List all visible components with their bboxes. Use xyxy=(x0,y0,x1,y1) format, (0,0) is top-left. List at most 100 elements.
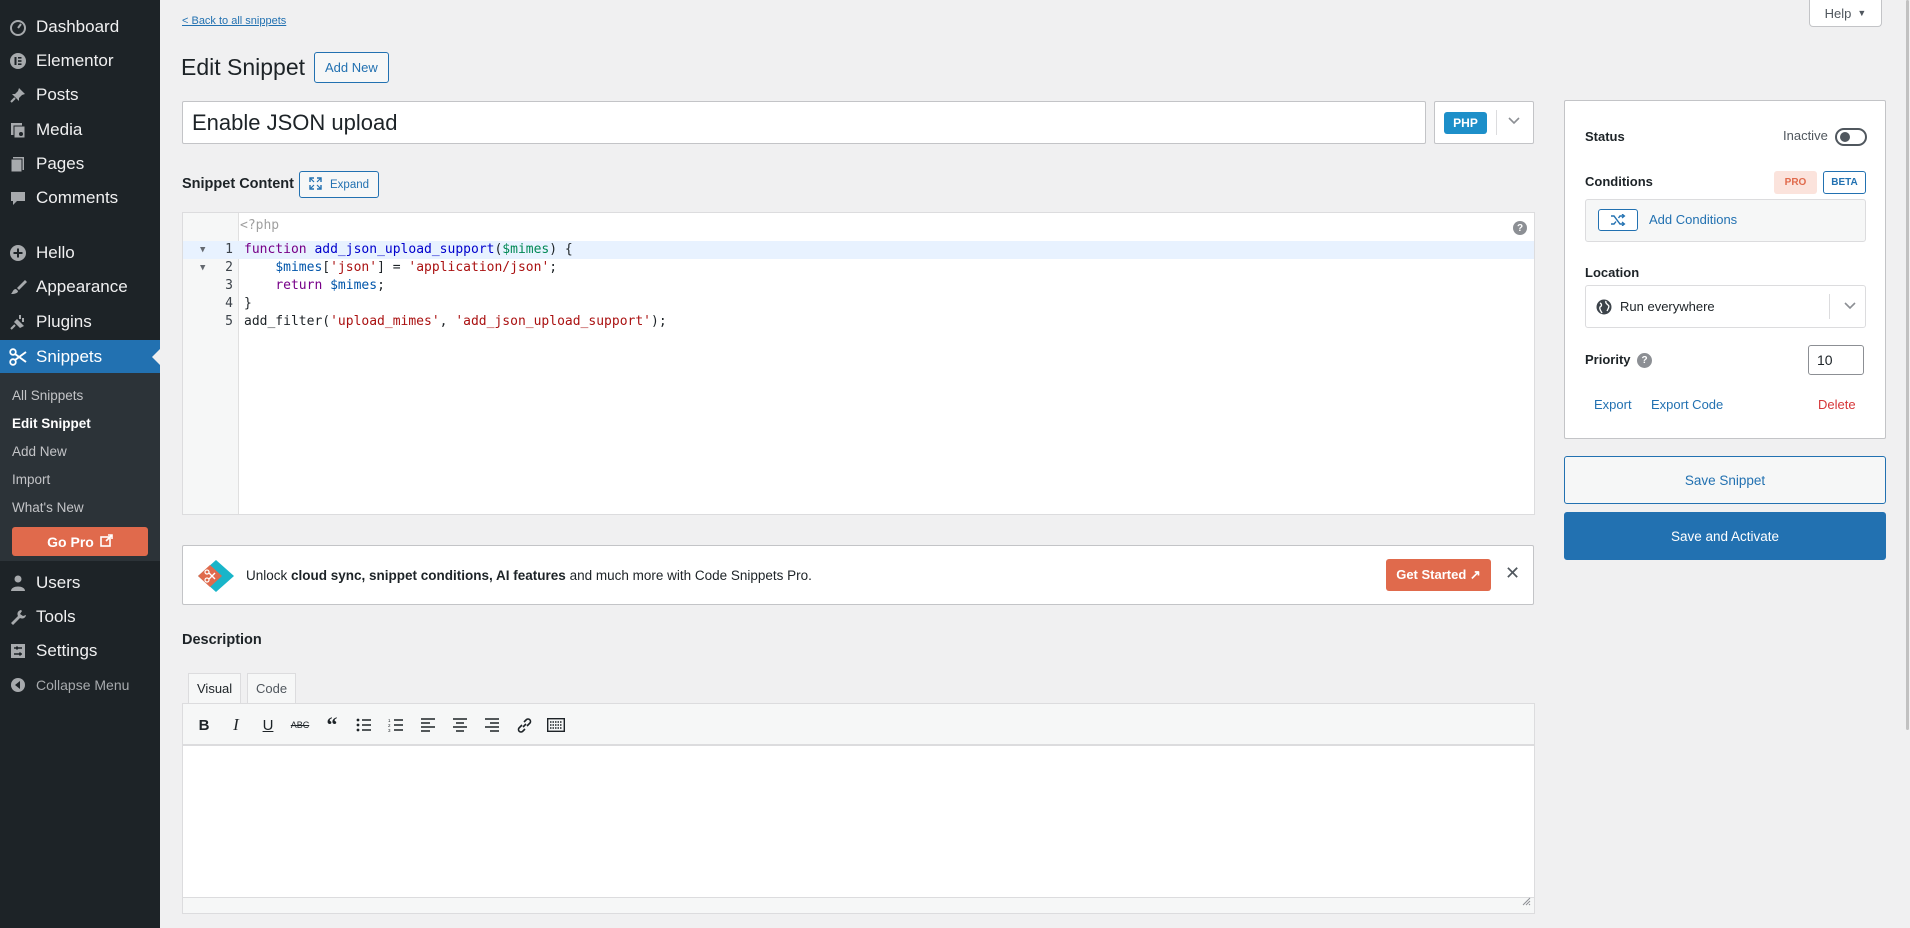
shuffle-icon xyxy=(1598,209,1638,231)
save-and-activate-button[interactable]: Save and Activate xyxy=(1564,512,1886,560)
menu-item-plugins[interactable]: Plugins xyxy=(0,305,160,339)
menu-item-appearance[interactable]: Appearance xyxy=(0,270,160,304)
code-line[interactable]: ▼ 1 function add_json_upload_support($mi… xyxy=(183,241,1534,259)
resize-handle-icon[interactable] xyxy=(1522,893,1531,911)
numbered-list-icon[interactable]: 123 xyxy=(386,715,406,735)
snippet-content-label: Snippet Content xyxy=(182,176,294,192)
fold-arrow-icon[interactable]: ▼ xyxy=(200,241,205,259)
code-snippets-logo xyxy=(196,558,236,599)
chevron-down-icon[interactable] xyxy=(1507,113,1521,130)
collapse-menu-button[interactable]: Collapse Menu xyxy=(0,668,160,702)
menu-item-hello[interactable]: Hello xyxy=(0,236,160,270)
align-left-icon[interactable] xyxy=(418,715,438,735)
help-tab-button[interactable]: Help ▼ xyxy=(1809,0,1882,27)
description-textarea[interactable] xyxy=(182,745,1535,914)
add-new-button[interactable]: Add New xyxy=(314,52,389,83)
language-select[interactable]: PHP xyxy=(1434,101,1534,144)
menu-item-settings[interactable]: Settings xyxy=(0,634,160,668)
pro-upsell-banner: Unlock cloud sync, snippet conditions, A… xyxy=(182,545,1534,605)
promo-text: Unlock cloud sync, snippet conditions, A… xyxy=(246,568,812,583)
submenu-add-new[interactable]: Add New xyxy=(12,444,67,459)
link-icon[interactable] xyxy=(514,715,534,735)
page-icon xyxy=(8,154,28,174)
code-line[interactable]: 3 return $mimes; xyxy=(183,277,1534,295)
code-editor[interactable]: <?php ? ▼ 1 function add_json_upload_sup… xyxy=(182,212,1535,515)
code-line[interactable]: ▼ 2 $mimes['json'] = 'application/json'; xyxy=(183,259,1534,277)
keyboard-icon[interactable] xyxy=(546,715,566,735)
editor-status-bar xyxy=(183,897,1534,913)
code-text: add_filter('upload_mimes', 'add_json_upl… xyxy=(244,314,667,329)
plug-icon xyxy=(8,312,28,332)
scissors-icon xyxy=(8,347,28,367)
tab-code[interactable]: Code xyxy=(247,673,297,703)
code-text: function add_json_upload_support($mimes)… xyxy=(244,242,573,257)
menu-item-pages[interactable]: Pages xyxy=(0,147,160,181)
divider xyxy=(1829,294,1830,319)
active-toggle[interactable] xyxy=(1835,128,1867,146)
menu-item-label: Dashboard xyxy=(36,17,120,36)
scrollbar-thumb[interactable] xyxy=(1906,0,1909,730)
code-line[interactable]: 4 } xyxy=(183,295,1534,313)
pro-badge: PRO xyxy=(1774,171,1817,194)
comment-icon xyxy=(8,188,28,208)
add-conditions-button[interactable]: Add Conditions xyxy=(1585,199,1866,242)
location-select[interactable]: Run everywhere xyxy=(1585,285,1866,328)
menu-item-elementor[interactable]: Elementor xyxy=(0,44,160,78)
blockquote-icon[interactable]: “ xyxy=(322,712,342,737)
menu-item-users[interactable]: Users xyxy=(0,566,160,600)
snippet-title-input[interactable]: Enable JSON upload xyxy=(182,101,1426,144)
go-pro-button[interactable]: Go Pro xyxy=(12,527,148,556)
location-value: Run everywhere xyxy=(1620,299,1715,314)
beta-badge: BETA xyxy=(1823,171,1866,194)
export-code-link[interactable]: Export Code xyxy=(1651,397,1723,412)
svg-text:3: 3 xyxy=(388,728,391,732)
menu-item-comments[interactable]: Comments xyxy=(0,181,160,215)
menu-item-label: Comments xyxy=(36,188,119,207)
divider xyxy=(1496,110,1497,135)
align-right-icon[interactable] xyxy=(482,715,502,735)
menu-item-tools[interactable]: Tools xyxy=(0,600,160,634)
snippet-settings-box: Status Inactive Conditions PRO BETA Add … xyxy=(1564,100,1886,439)
menu-item-label: Media xyxy=(36,120,83,139)
export-link[interactable]: Export xyxy=(1594,397,1632,412)
italic-icon[interactable]: I xyxy=(226,715,246,735)
menu-item-snippets[interactable]: Snippets xyxy=(0,340,160,374)
submenu-edit-snippet[interactable]: Edit Snippet xyxy=(12,416,91,431)
dashboard-icon xyxy=(8,17,28,37)
menu-item-label: Hello xyxy=(36,243,75,262)
menu-item-media[interactable]: Media xyxy=(0,113,160,147)
collapse-icon xyxy=(8,675,28,695)
close-icon[interactable]: ✕ xyxy=(1505,563,1520,584)
help-icon[interactable]: ? xyxy=(1637,353,1652,368)
promo-text-bold: cloud sync, snippet conditions, AI featu… xyxy=(291,568,566,583)
promo-text-suffix: and much more with Code Snippets Pro. xyxy=(565,568,812,583)
submenu-import[interactable]: Import xyxy=(12,472,50,487)
get-started-button[interactable]: Get Started ↗ xyxy=(1386,559,1491,591)
code-text: return $mimes; xyxy=(275,278,385,293)
line-number: 3 xyxy=(225,278,233,293)
align-center-icon[interactable] xyxy=(450,715,470,735)
delete-link[interactable]: Delete xyxy=(1818,397,1856,412)
priority-label: Priority xyxy=(1585,352,1631,367)
code-line[interactable]: 5 add_filter('upload_mimes', 'add_json_u… xyxy=(183,313,1534,331)
fold-arrow-icon[interactable]: ▼ xyxy=(200,259,205,277)
caret-down-icon: ▼ xyxy=(1857,8,1867,18)
menu-item-posts[interactable]: Posts xyxy=(0,78,160,112)
elementor-icon xyxy=(8,51,28,71)
line-number: 2 xyxy=(225,260,233,275)
back-to-snippets-link[interactable]: < Back to all snippets xyxy=(182,15,286,27)
submenu-whats-new[interactable]: What's New xyxy=(12,500,84,515)
save-snippet-button[interactable]: Save Snippet xyxy=(1564,456,1886,504)
submenu-all-snippets[interactable]: All Snippets xyxy=(12,388,83,403)
menu-item-dashboard[interactable]: Dashboard xyxy=(0,10,160,44)
user-icon xyxy=(8,573,28,593)
underline-icon[interactable]: U xyxy=(258,715,278,735)
tab-visual[interactable]: Visual xyxy=(188,673,242,703)
editor-help-icon[interactable]: ? xyxy=(1513,221,1527,235)
strikethrough-icon[interactable]: ABC xyxy=(290,715,310,735)
expand-button[interactable]: Expand xyxy=(299,171,380,198)
priority-input[interactable]: 10 xyxy=(1808,345,1864,375)
bullet-list-icon[interactable] xyxy=(354,715,374,735)
bold-icon[interactable]: B xyxy=(194,715,214,735)
menu-item-label: Collapse Menu xyxy=(36,677,130,693)
